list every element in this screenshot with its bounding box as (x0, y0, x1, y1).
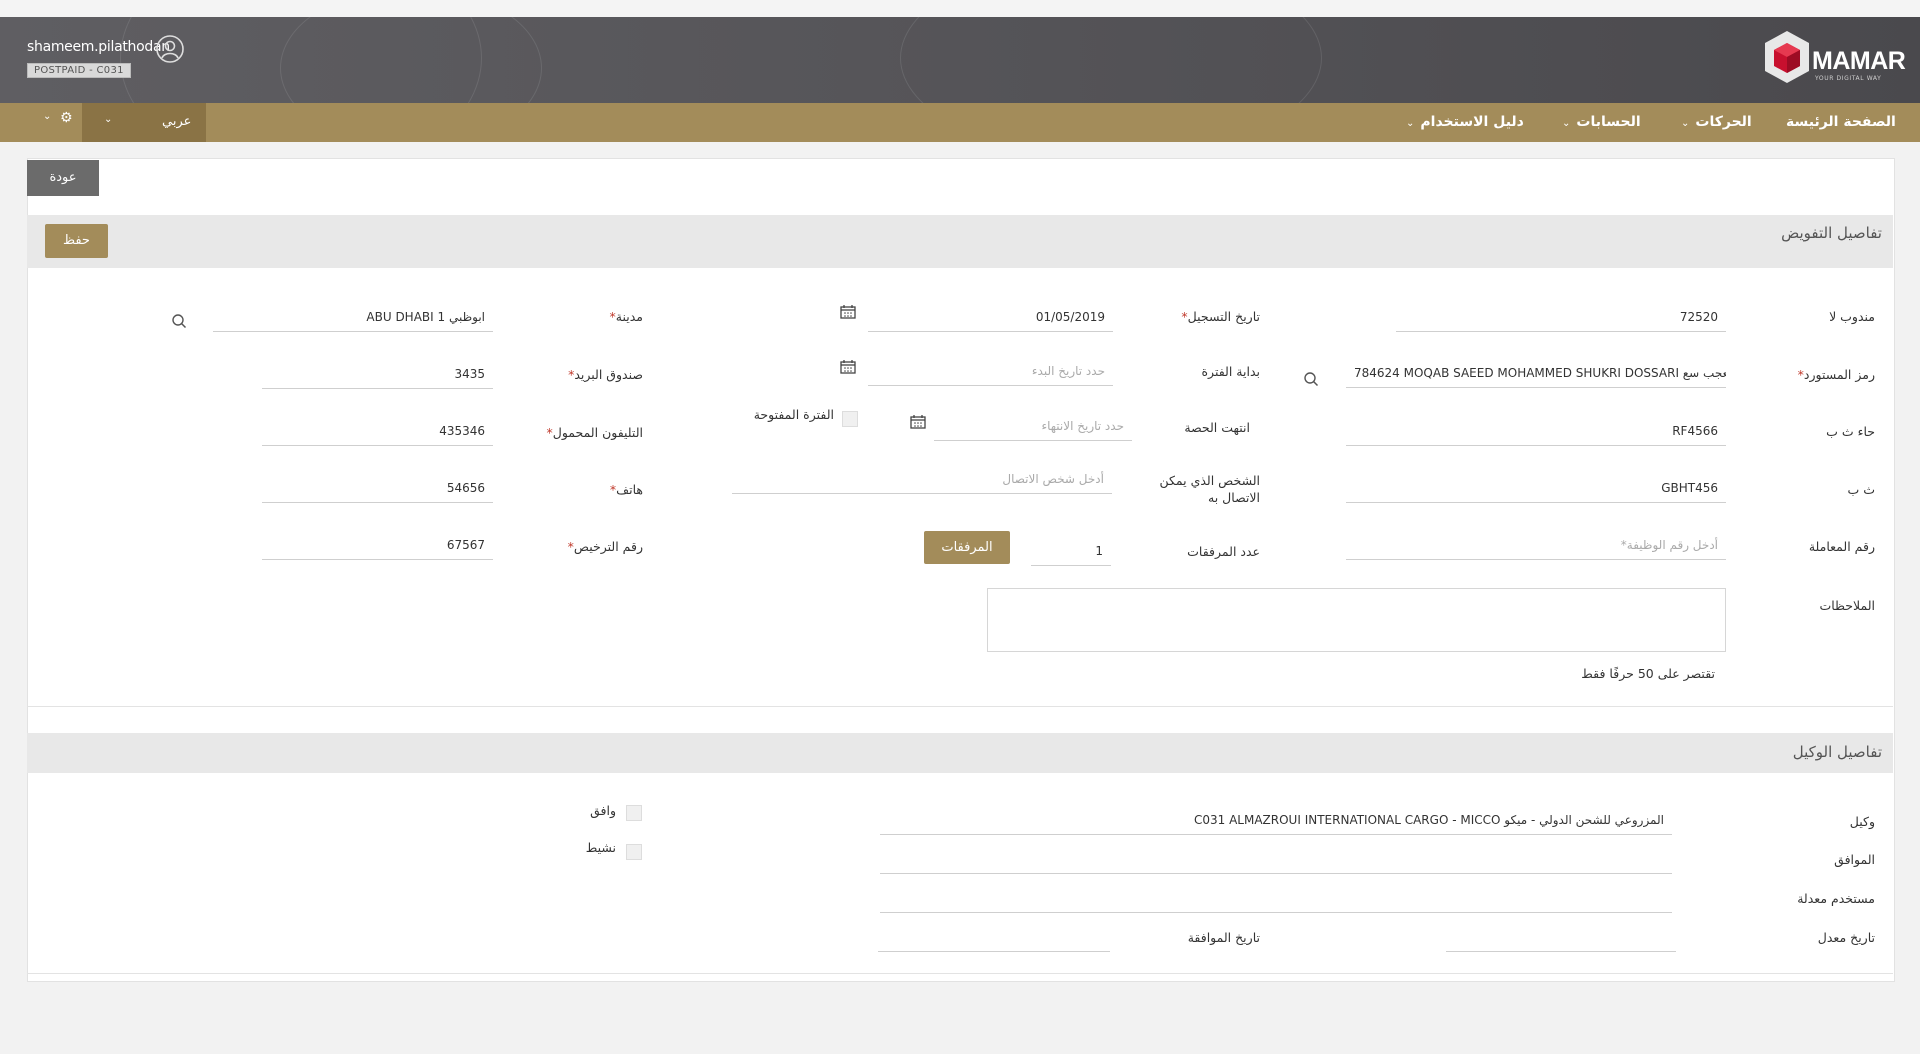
section-divider (27, 973, 1893, 974)
logo-cube-icon (1765, 31, 1809, 83)
agent-field[interactable]: C031 ALMAZROUI INTERNATIONAL CARGO - MIC… (880, 807, 1672, 835)
approver-field[interactable] (880, 846, 1672, 874)
period-start-label: بداية الفترة (1201, 364, 1261, 379)
nav-user-guide-label: دليل الاستخدام (1420, 114, 1524, 130)
calendar-icon[interactable] (910, 415, 926, 429)
nav-transactions[interactable]: ⌄ الحركات (1681, 103, 1752, 142)
notes-hint: تقتصر على 50 حرفًا فقط (1581, 666, 1715, 681)
contact-person-label: الشخص الذي يمكن الاتصال به (1159, 473, 1260, 505)
auth-section-header (27, 215, 1893, 268)
license-no-label-text: رقم الترخيص (573, 539, 643, 554)
attachments-count-label: عدد المرفقات (1187, 544, 1260, 559)
approver-label: الموافق (1834, 852, 1875, 867)
reg-date-field[interactable]: 01/05/2019 (868, 304, 1113, 332)
user-circle-icon[interactable] (155, 34, 185, 64)
nav-user-guide[interactable]: ⌄ دليل الاستخدام (1406, 103, 1524, 142)
back-button[interactable]: عودة (27, 160, 99, 196)
chevron-down-icon: ⌄ (104, 114, 113, 125)
tb-label: ث ب (1847, 482, 1875, 497)
modified-user-field[interactable] (880, 885, 1672, 913)
nav-accounts-label: الحسابات (1576, 114, 1641, 130)
transaction-no-field[interactable]: *أدخل رقم الوظيفة (1346, 532, 1726, 560)
nav-home[interactable]: الصفحة الرئيسة (1786, 103, 1896, 142)
notes-label: الملاحظات (1819, 598, 1875, 613)
modified-date-label: تاريخ معدل (1817, 930, 1875, 945)
header-decoration (280, 17, 542, 103)
open-period-checkbox[interactable] (842, 411, 858, 427)
agent-label: وكيل (1849, 814, 1875, 829)
mobile-label-text: التليفون المحمول (552, 425, 643, 440)
chevron-down-icon: ⌄ (43, 111, 52, 122)
city-label-text: مدينة (615, 309, 643, 324)
chevron-down-icon: ⌄ (1562, 118, 1571, 129)
phone-label-text: هاتف (616, 482, 643, 497)
logo-text: MAMAR (1812, 47, 1906, 75)
calendar-icon[interactable] (840, 305, 856, 319)
phone-label: *هاتف (607, 482, 643, 497)
username[interactable]: shameem.pilathodan (27, 39, 170, 55)
city-label: *مدينة (607, 309, 643, 324)
license-no-field[interactable]: 67567 (262, 532, 493, 560)
save-button[interactable]: حفظ (45, 224, 108, 258)
po-box-label: *صندوق البريد (565, 367, 643, 382)
search-icon[interactable] (171, 313, 187, 329)
reg-date-label: *تاريخ التسجيل (1178, 309, 1260, 324)
settings-menu[interactable]: ⌄ ⚙ (38, 103, 82, 142)
phone-field[interactable]: 54656 (262, 475, 493, 503)
header-decoration (900, 17, 1322, 103)
app-header: shameem.pilathodan POSTPAID - C031 MAMAR… (0, 17, 1920, 103)
contact-person-field[interactable]: أدخل شخص الاتصال (732, 466, 1112, 494)
quota-label: حاء ث ب (1826, 424, 1875, 439)
po-box-label-text: صندوق البريد (574, 367, 643, 382)
po-box-field[interactable]: 3435 (262, 361, 493, 389)
mobile-label: *التليفون المحمول (544, 425, 644, 440)
delegate-label: مندوب لا (1829, 309, 1875, 324)
license-no-label: *رقم الترخيص (565, 539, 643, 554)
attachments-button[interactable]: المرفقات (924, 531, 1010, 564)
gear-icon: ⚙ (60, 110, 73, 126)
quota-ended-field[interactable]: حدد تاريخ الانتهاء (934, 413, 1132, 441)
importer-code-field[interactable]: 784624 MOQAB SAEED MOHAMMED SHUKRI DOSSA… (1346, 360, 1726, 388)
active-checkbox[interactable] (626, 844, 642, 860)
attachments-count-field[interactable]: 1 (1031, 538, 1111, 566)
approved-label: وافق (590, 803, 616, 818)
open-period-label: الفترة المفتوحة (753, 407, 834, 422)
section-divider (27, 706, 1893, 707)
logo-tagline: YOUR DIGITAL WAY (1815, 75, 1882, 82)
browser-top-strip (0, 0, 1920, 17)
period-start-field[interactable]: حدد تاريخ البدء (868, 358, 1113, 386)
tb-field[interactable]: GBHT456 (1346, 475, 1726, 503)
active-label: نشيط (585, 840, 616, 855)
mamar-logo[interactable]: MAMAR YOUR DIGITAL WAY (1762, 25, 1906, 95)
quota-ended-label: انتهت الحصة (1184, 420, 1250, 435)
approval-date-field[interactable] (878, 924, 1110, 952)
search-icon[interactable] (1303, 371, 1319, 387)
agent-section-header (27, 733, 1893, 773)
auth-section-title: تفاصيل التفويض (1781, 224, 1882, 242)
modified-user-label: مستخدم معدلة (1797, 891, 1875, 906)
reg-date-label-text: تاريخ التسجيل (1187, 309, 1260, 324)
transaction-no-label: رقم المعاملة (1808, 539, 1875, 554)
language-selector[interactable]: ⌄ عربي (82, 103, 206, 142)
importer-code-label: *رمز المستورد (1795, 367, 1875, 382)
nav-transactions-label: الحركات (1695, 114, 1752, 130)
delegate-field[interactable]: 72520 (1396, 304, 1726, 332)
city-field[interactable]: ABU DHABI 1 ابوظبي (213, 304, 493, 332)
quota-field[interactable]: RF4566 (1346, 418, 1726, 446)
modified-date-field[interactable] (1446, 924, 1676, 952)
nav-accounts[interactable]: ⌄ الحسابات (1562, 103, 1641, 142)
mobile-field[interactable]: 435346 (262, 418, 493, 446)
agent-section-title: تفاصيل الوكيل (1792, 743, 1882, 761)
approved-checkbox[interactable] (626, 805, 642, 821)
plan-badge: POSTPAID - C031 (27, 63, 131, 78)
notes-textarea[interactable] (987, 588, 1726, 652)
importer-code-label-text: رمز المستورد (1803, 367, 1875, 382)
chevron-down-icon: ⌄ (1406, 118, 1415, 129)
chevron-down-icon: ⌄ (1681, 118, 1690, 129)
language-label: عربي (162, 114, 192, 129)
calendar-icon[interactable] (840, 360, 856, 374)
nav-home-label: الصفحة الرئيسة (1786, 114, 1896, 130)
approval-date-label: تاريخ الموافقة (1187, 930, 1260, 945)
